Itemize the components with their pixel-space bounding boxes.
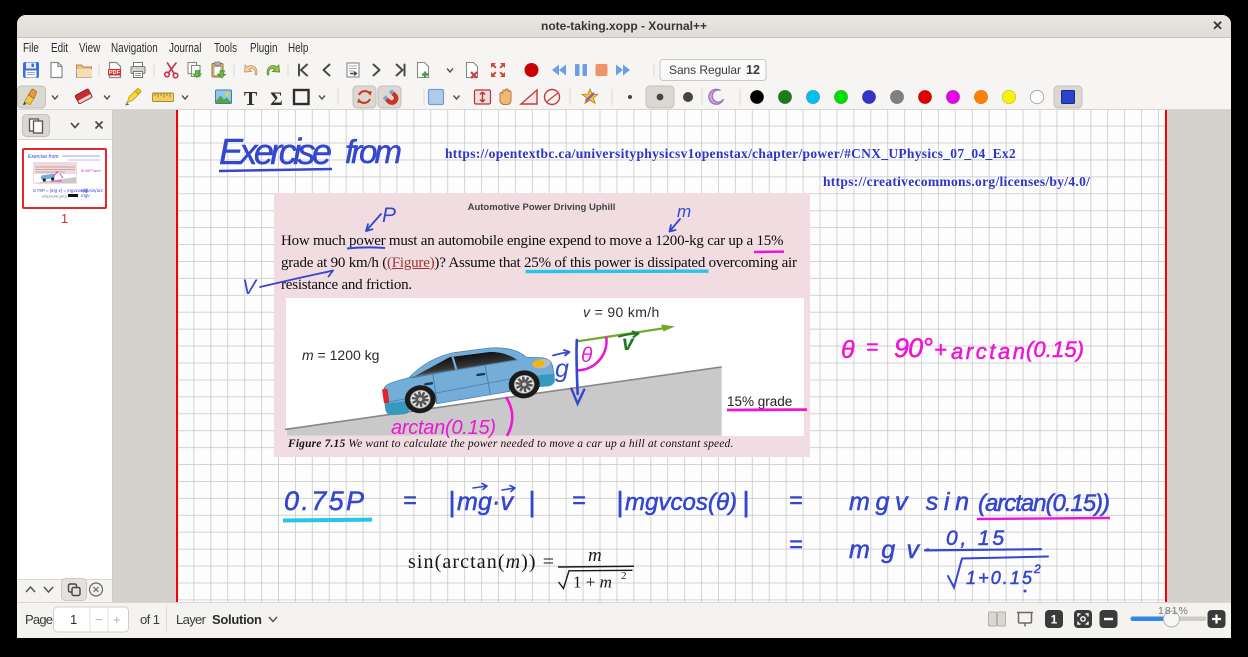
- svg-text:g: g: [555, 355, 569, 383]
- svg-text:m = 1200 kg: m = 1200 kg: [302, 347, 379, 363]
- svg-text:0, 15: 0, 15: [946, 527, 1004, 550]
- svg-text:=: =: [789, 531, 802, 557]
- svg-text:P: P: [382, 204, 396, 227]
- svg-text:m: m: [677, 202, 691, 221]
- svg-text:Exercise: Exercise: [219, 131, 332, 172]
- svg-text:sin(arctan(m)) =: sin(arctan(m)) =: [42, 194, 71, 199]
- svg-text:m: m: [588, 545, 602, 566]
- svg-text:=: =: [866, 336, 878, 359]
- svg-text:mgv sin: mgv sin: [849, 488, 969, 516]
- svg-text:1+0.15: 1+0.15: [966, 568, 1033, 588]
- svg-text:|: |: [448, 486, 455, 517]
- svg-text:θ: θ: [841, 336, 855, 364]
- svg-text:(arctan(0.15)): (arctan(0.15)): [978, 490, 1110, 517]
- svg-text:0.75P: 0.75P: [284, 486, 364, 516]
- svg-text:θ=90°+arct: θ=90°+arct: [81, 168, 101, 173]
- svg-text:|: |: [616, 486, 623, 517]
- svg-text:mg·v: mg·v: [457, 488, 515, 516]
- svg-text:90°: 90°: [894, 333, 933, 363]
- svg-text:Exercise from: Exercise from: [28, 154, 59, 160]
- svg-text:+: +: [934, 337, 947, 362]
- svg-text:arctan: arctan: [951, 339, 1025, 364]
- svg-text:·: ·: [924, 536, 931, 561]
- svg-text:(0.15): (0.15): [1026, 337, 1084, 362]
- svg-text:V: V: [242, 276, 258, 299]
- svg-text:θ: θ: [581, 344, 593, 367]
- svg-text:arctan: arctan: [51, 178, 63, 183]
- svg-text:arctan(0.15): arctan(0.15): [391, 417, 496, 439]
- svg-text:2: 2: [1033, 562, 1041, 576]
- svg-text:from: from: [345, 133, 402, 170]
- svg-text:=: =: [572, 487, 585, 513]
- svg-text:2: 2: [621, 570, 627, 582]
- svg-text:=: =: [403, 487, 416, 513]
- svg-text:1 + m: 1 + m: [573, 573, 612, 592]
- svg-text:v = 90 km/h: v = 90 km/h: [583, 304, 660, 320]
- svg-text:=: =: [789, 487, 802, 513]
- svg-text:mgv: mgv: [849, 536, 921, 564]
- svg-text:|: |: [528, 486, 535, 517]
- svg-text:mgvcos(θ): mgvcos(θ): [625, 489, 737, 516]
- svg-text:|: |: [742, 486, 749, 517]
- svg-text:15% grade: 15% grade: [727, 394, 792, 409]
- svg-text:mgv·: mgv·: [81, 193, 92, 198]
